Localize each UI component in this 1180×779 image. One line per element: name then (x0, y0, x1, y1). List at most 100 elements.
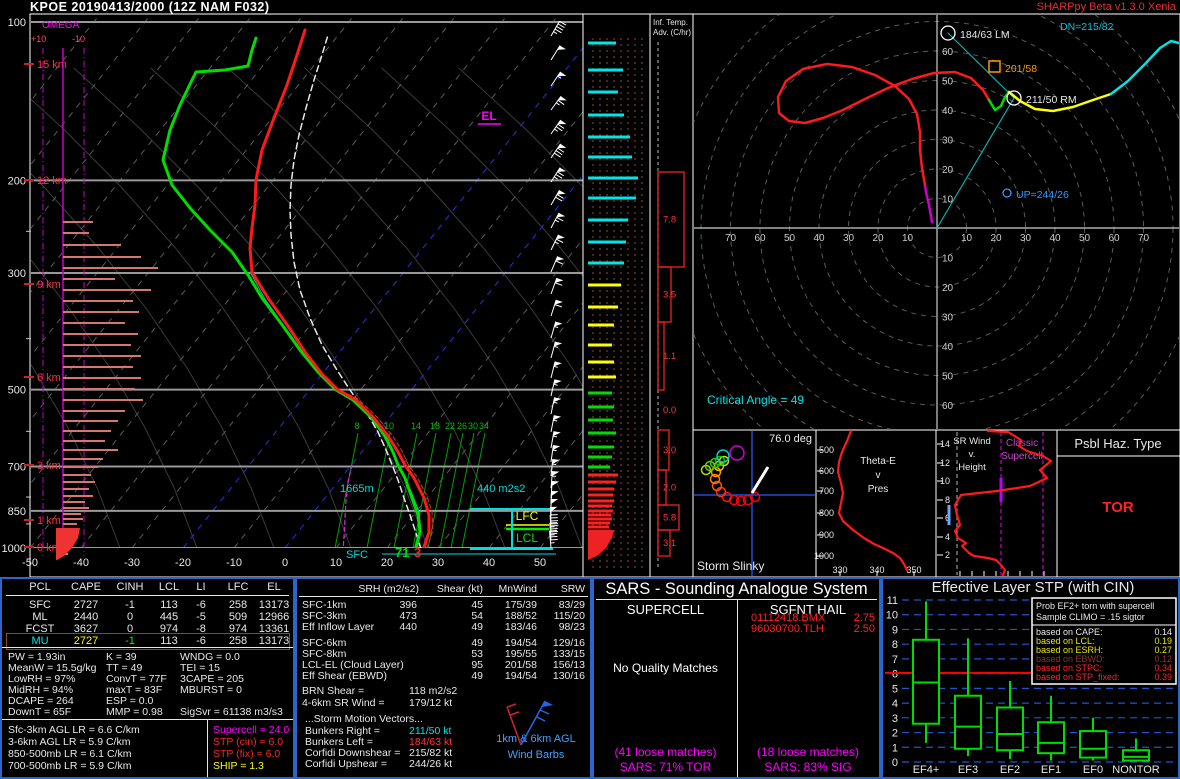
pressure-tick-label: 100 (8, 17, 26, 29)
omega-minus-label: -10 (72, 34, 85, 44)
mixing-ratio-label: 34 (479, 421, 489, 431)
parcel-stats-panel[interactable]: PCLCAPECINHLCLLILFCELSFC2727-1113-625813… (0, 577, 295, 779)
el-label: EL (481, 109, 496, 123)
kinematics-panel[interactable]: 1km & 6km AGL Wind Barbs SRH (m2/s2)Shea… (295, 577, 592, 779)
stp-prob-value: 0.39 (1154, 672, 1172, 682)
hazard-value: TOR (1102, 499, 1134, 516)
left-mover-label: 184/63 LM (960, 29, 1010, 41)
storm-slinky-inset[interactable]: 76.0 degStorm Slinky (693, 430, 816, 577)
stp-ytick-label: 10 (886, 610, 898, 622)
hazard-inset[interactable]: Psbl Haz. TypeTOR (1057, 430, 1180, 577)
wind-barb (551, 322, 562, 338)
stp-ytick-label: 0 (892, 757, 898, 769)
barb-full (555, 283, 562, 286)
kin-header: SRW (537, 583, 585, 595)
stp-ytick-label: 3 (892, 713, 898, 725)
corfidi-down-label: DN=215/82 (1060, 21, 1114, 33)
skewt-profiles (163, 30, 433, 552)
stp-ytick-label: 1 (892, 742, 898, 754)
barb-full (558, 124, 564, 128)
slinky-angle: 76.0 deg (769, 433, 812, 445)
hodo-ring-label-down: 10 (942, 254, 954, 265)
surface-temp: 3 (414, 545, 421, 560)
thetae-inset[interactable]: 5006007008009001000330340350Theta-EvPres (814, 430, 936, 577)
sars-supercell-loose: (41 loose matches) (594, 745, 737, 759)
mixing-ratio-line (451, 433, 474, 548)
hodo-trace-0-3km (778, 64, 989, 185)
surface-dewpoint: 71 (395, 545, 409, 560)
barb-pennant (542, 701, 553, 707)
wind-barb (551, 213, 565, 228)
barb-pennant (553, 415, 561, 420)
classic-supercell-label: Supercell (1001, 451, 1043, 462)
srwind-title: SR Wind (953, 436, 990, 447)
sars-panel[interactable]: SARS - Sounding Analogue System SUPERCEL… (592, 577, 881, 779)
barb-half (553, 420, 557, 421)
adv-value: 1.1 (663, 351, 676, 362)
barb-half (554, 129, 557, 131)
sars-supercell-header: SUPERCELL (594, 602, 737, 617)
kin-mnwind: 194/54 (489, 670, 537, 682)
temp-tick-label: -40 (73, 557, 89, 569)
kin-srw: 130/16 (539, 670, 585, 682)
hodo-ring-label-down: 30 (942, 313, 954, 324)
mixing-ratio-label: 26 (457, 421, 467, 431)
barb-full (556, 197, 562, 201)
sr-wind-46-value: 179/12 kt (409, 697, 452, 709)
brn-shear-value: 118 m2/s2 (409, 685, 457, 697)
mixing-ratio-label: 30 (468, 421, 478, 431)
hodo-ring-label-right: 70 (1138, 233, 1150, 244)
stp-boxplot-panel[interactable]: Effective Layer STP (with CIN)0123456789… (881, 577, 1180, 779)
sharppy-window: KPOE 20190413/2000 (12Z NAM F032) SHARPp… (0, 0, 1180, 779)
pcl-header-underline (6, 595, 289, 596)
barb-full (556, 174, 562, 178)
temp-tick-label: -50 (22, 557, 38, 569)
stp-ytick-label: 8 (892, 639, 898, 651)
hodo-ring-label-left: 70 (725, 233, 737, 244)
hodo-ring-label-left: 40 (813, 233, 825, 244)
hodograph-panel[interactable]: 1010202030304040505060607070101020203030… (672, 0, 1180, 494)
slinky-frame (693, 430, 816, 577)
adv-value: 0.0 (663, 405, 676, 416)
mean-wind-label: 201/58 (1005, 63, 1037, 75)
sars-hail-loose: (18 loose matches) (737, 745, 879, 759)
height-label: 3 km (37, 460, 61, 472)
hodo-ring-label-down: 60 (942, 401, 954, 412)
barb-full (557, 26, 563, 30)
stp-ytick-label: 6 (892, 669, 898, 681)
eil-height-label: 1665m (340, 483, 374, 495)
hodo-ring-label-left: 60 (754, 233, 766, 244)
barb-half (554, 326, 558, 327)
lapse-rate-value: 3-6km AGL LR = 5.9 C/km (8, 736, 130, 748)
barb-half (554, 366, 558, 367)
stp-probability-legend: Prob EF2+ torn with supercellSample CLIM… (1032, 598, 1176, 684)
kin-shear: 49 (435, 670, 483, 682)
low-level-speed-fill (588, 530, 614, 560)
sars-supercell-message: No Quality Matches (594, 661, 737, 675)
omega-title: OMEGA (42, 20, 80, 31)
adv-value: 3.1 (663, 538, 676, 549)
critical-angle-label: Critical Angle = 49 (707, 393, 804, 407)
wind-barb (551, 397, 561, 414)
barb-staff (551, 46, 560, 60)
barb-full (556, 127, 562, 131)
barb-full (557, 217, 564, 221)
composite-index-value: Supercell = 24.0 (213, 724, 289, 736)
composite-index-value: SHIP = 1.3 (213, 760, 264, 772)
dry-adiabat (0, 68, 351, 548)
barb-staff (551, 190, 560, 205)
srwind-inset[interactable]: 2468101214ClassicSupercellSR Windv.Heigh… (936, 430, 1057, 577)
stp-legend-title2: Sample CLIMO = .15 sigtor (1036, 612, 1145, 622)
upper-plots[interactable]: 810141822263034100200300500700850100015 … (0, 0, 1180, 577)
hodo-trace-9-12km (1111, 41, 1179, 94)
stp-ytick-label: 4 (892, 698, 898, 710)
six-km-barb (521, 701, 553, 745)
wind-speed-strip[interactable] (583, 14, 650, 577)
stp-box (997, 708, 1023, 751)
temp-advection-strip[interactable]: Inf. Temp.Adv. (C/hr)7.83.51.10.03.02.05… (650, 14, 693, 577)
adv-value: 7.8 (663, 215, 676, 226)
sars-hail-match-id[interactable]: 96030700.TLH (751, 623, 824, 635)
kin-row-label: Eff Inflow Layer (302, 621, 374, 633)
mixing-ratio-label: 8 (354, 421, 359, 431)
right-mover-label: 211/50 RM (1026, 94, 1077, 106)
